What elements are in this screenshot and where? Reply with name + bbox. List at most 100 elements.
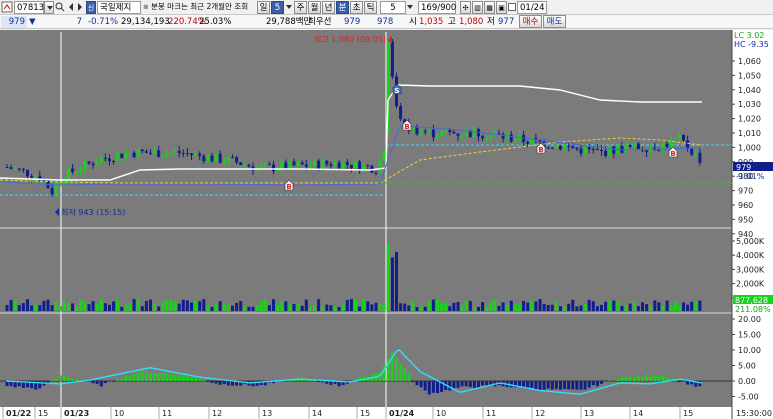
candle-body: [649, 147, 653, 153]
volume-bar: [497, 305, 501, 311]
tf-day-button[interactable]: 일: [257, 1, 270, 14]
volume-bar: [382, 304, 386, 311]
quote-price: 979: [1, 16, 27, 28]
volume-bar: [559, 306, 562, 311]
time-tick-label: 10: [114, 409, 124, 418]
price-tick-label: 950: [738, 215, 753, 224]
tf-min-dropdown-icon[interactable]: [285, 1, 293, 14]
tool-save-icon[interactable]: ▣: [496, 1, 507, 14]
candle-body: [526, 142, 530, 144]
candle-body: [67, 168, 70, 180]
candle-body: [452, 132, 456, 134]
volume-bar: [112, 301, 116, 311]
legend-hc: HC -9.35: [734, 40, 769, 49]
volume-bar: [317, 299, 321, 311]
volume-bar: [460, 305, 464, 311]
candle-body: [579, 148, 583, 154]
volume-bar: [42, 300, 46, 311]
candle-body: [390, 41, 394, 77]
candle-body: [21, 168, 25, 170]
osc-bar: [58, 375, 62, 381]
candle-body: [231, 157, 234, 159]
tf-week-button[interactable]: 주: [294, 1, 307, 14]
vol-value-label: 877,628: [735, 296, 768, 305]
time-tick-label: 01/22: [6, 409, 31, 418]
osc-bar: [550, 381, 554, 390]
candle-body: [419, 131, 423, 135]
candle-body: [423, 131, 427, 133]
tool-split-icon[interactable]: ▥: [472, 1, 483, 14]
count-input[interactable]: 169/900: [418, 1, 456, 14]
volume-bar: [616, 301, 620, 311]
buy-button[interactable]: 매수: [519, 15, 542, 28]
volume-bar: [563, 306, 567, 311]
volume-bar: [657, 302, 661, 311]
candle-body: [354, 161, 357, 169]
volume-bar: [34, 304, 38, 311]
candle-body: [87, 161, 91, 164]
osc-bar: [317, 381, 321, 382]
interval-dropdown-icon[interactable]: [406, 1, 414, 14]
candle-body: [378, 160, 382, 173]
date-input[interactable]: 01/24: [517, 1, 547, 14]
candle-body: [267, 163, 271, 165]
volume-bar: [198, 301, 202, 311]
tf-minute-button[interactable]: 분: [336, 1, 349, 14]
volume-bar: [304, 299, 308, 311]
volume-bar: [481, 302, 485, 311]
tf-tick-button[interactable]: 틱: [364, 1, 377, 14]
interval-input[interactable]: 5: [380, 1, 406, 14]
candle-body: [595, 149, 599, 151]
time-tick-label: 01/23: [64, 409, 89, 418]
candle-body: [99, 157, 103, 163]
quote-high: 1,080: [459, 17, 484, 27]
volume-bar: [169, 299, 173, 311]
volume-bar: [374, 302, 378, 311]
volume-bar: [427, 300, 431, 311]
volume-bar: [493, 299, 497, 311]
volume-bar: [30, 305, 34, 311]
checkbox[interactable]: [508, 1, 516, 14]
candle-body: [321, 160, 325, 170]
tf-month-button[interactable]: 월: [308, 1, 321, 14]
osc-bar: [321, 381, 325, 383]
volume-bar: [38, 305, 42, 311]
search-icon[interactable]: [55, 1, 65, 14]
candle-body: [374, 172, 378, 174]
osc-bar: [132, 373, 136, 381]
stock-name-field: 국일제지: [97, 1, 141, 14]
candle-body: [222, 161, 226, 163]
volume-bar: [554, 301, 558, 311]
time-tick-label: 11: [162, 409, 172, 418]
stock-code-input[interactable]: 078130: [14, 1, 49, 14]
candle-body: [431, 129, 435, 138]
tf-min-value[interactable]: 5: [271, 1, 284, 14]
tf-year-button[interactable]: 년: [322, 1, 335, 14]
candle-body: [247, 164, 251, 167]
osc-bar: [165, 373, 169, 381]
osc-bar: [99, 381, 103, 387]
osc-bar: [50, 380, 54, 381]
candle-body: [235, 157, 239, 163]
priority-label: 최우선: [308, 17, 332, 27]
price-chart[interactable]: S B B B B 최고 1,080 (09:05) 최저 943 (15:15) 1,…: [0, 30, 773, 419]
candle-body: [128, 152, 132, 154]
volume-bar: [144, 300, 148, 311]
osc-bar: [226, 381, 230, 386]
tool-grid-icon[interactable]: ▦: [484, 1, 495, 14]
osc-bar: [575, 381, 579, 390]
next-stock-icon[interactable]: [75, 1, 85, 14]
osc-bar: [546, 381, 550, 389]
candle-body: [345, 162, 349, 165]
tf-second-button[interactable]: 초: [350, 1, 363, 14]
volume-bar: [161, 302, 165, 311]
osc-bar: [436, 381, 439, 394]
volume-bar: [530, 300, 534, 311]
volume-bar: [464, 300, 468, 311]
candle-body: [436, 135, 439, 138]
code-dropdown-button[interactable]: [44, 1, 54, 14]
osc-bar: [95, 381, 99, 384]
osc-bar: [477, 381, 480, 388]
sell-button[interactable]: 매도: [543, 15, 566, 28]
tool-cross-icon[interactable]: ✣: [460, 1, 471, 14]
